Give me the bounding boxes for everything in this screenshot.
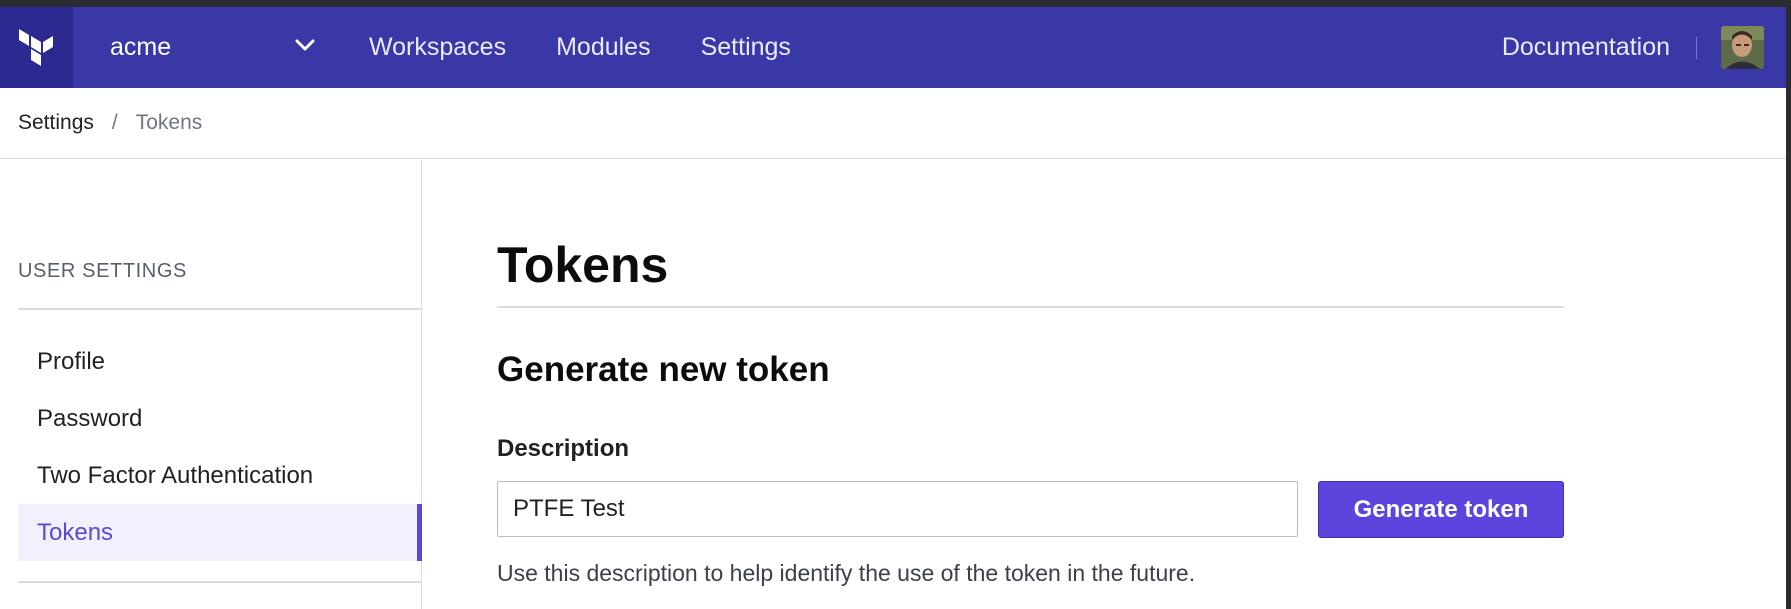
- org-switcher[interactable]: acme: [110, 7, 315, 88]
- chevron-down-icon: [295, 38, 315, 57]
- breadcrumb-separator: /: [111, 111, 118, 134]
- sidebar-heading: USER SETTINGS: [18, 260, 187, 282]
- page-title: Tokens: [497, 237, 669, 293]
- nav-link-workspaces[interactable]: Workspaces: [369, 33, 506, 62]
- sidebar-item-profile[interactable]: Profile: [18, 333, 422, 390]
- settings-sidebar: USER SETTINGS Profile Password Two Facto…: [0, 160, 422, 609]
- sidebar-divider-bottom: [18, 581, 422, 583]
- breadcrumb: Settings / Tokens: [0, 88, 1786, 159]
- sidebar-divider: [18, 308, 422, 310]
- breadcrumb-current: Tokens: [135, 111, 203, 134]
- breadcrumb-settings[interactable]: Settings: [18, 111, 94, 135]
- nav-links: Workspaces Modules Settings: [369, 7, 841, 88]
- nav-link-modules[interactable]: Modules: [556, 33, 651, 62]
- user-avatar[interactable]: [1721, 26, 1764, 69]
- documentation-link[interactable]: Documentation: [1502, 33, 1670, 62]
- sidebar-item-tokens[interactable]: Tokens: [18, 504, 422, 561]
- description-input[interactable]: [497, 481, 1298, 537]
- nav-right: Documentation: [1502, 7, 1764, 88]
- description-help-text: Use this description to help identify th…: [497, 560, 1196, 586]
- org-name: acme: [110, 33, 172, 61]
- terraform-logo-icon[interactable]: [0, 7, 73, 88]
- generate-token-button[interactable]: Generate token: [1318, 481, 1564, 538]
- window-top-strip: [0, 0, 1791, 7]
- sidebar-item-password[interactable]: Password: [18, 390, 422, 447]
- top-navbar: acme Workspaces Modules Settings Documen…: [0, 7, 1786, 88]
- sidebar-item-two-factor[interactable]: Two Factor Authentication: [18, 447, 422, 504]
- nav-divider: [1696, 36, 1697, 59]
- window-right-edge: [1786, 7, 1791, 609]
- nav-link-settings[interactable]: Settings: [701, 33, 791, 62]
- description-label: Description: [497, 435, 630, 462]
- title-divider: [497, 306, 1564, 308]
- section-title: Generate new token: [497, 350, 830, 389]
